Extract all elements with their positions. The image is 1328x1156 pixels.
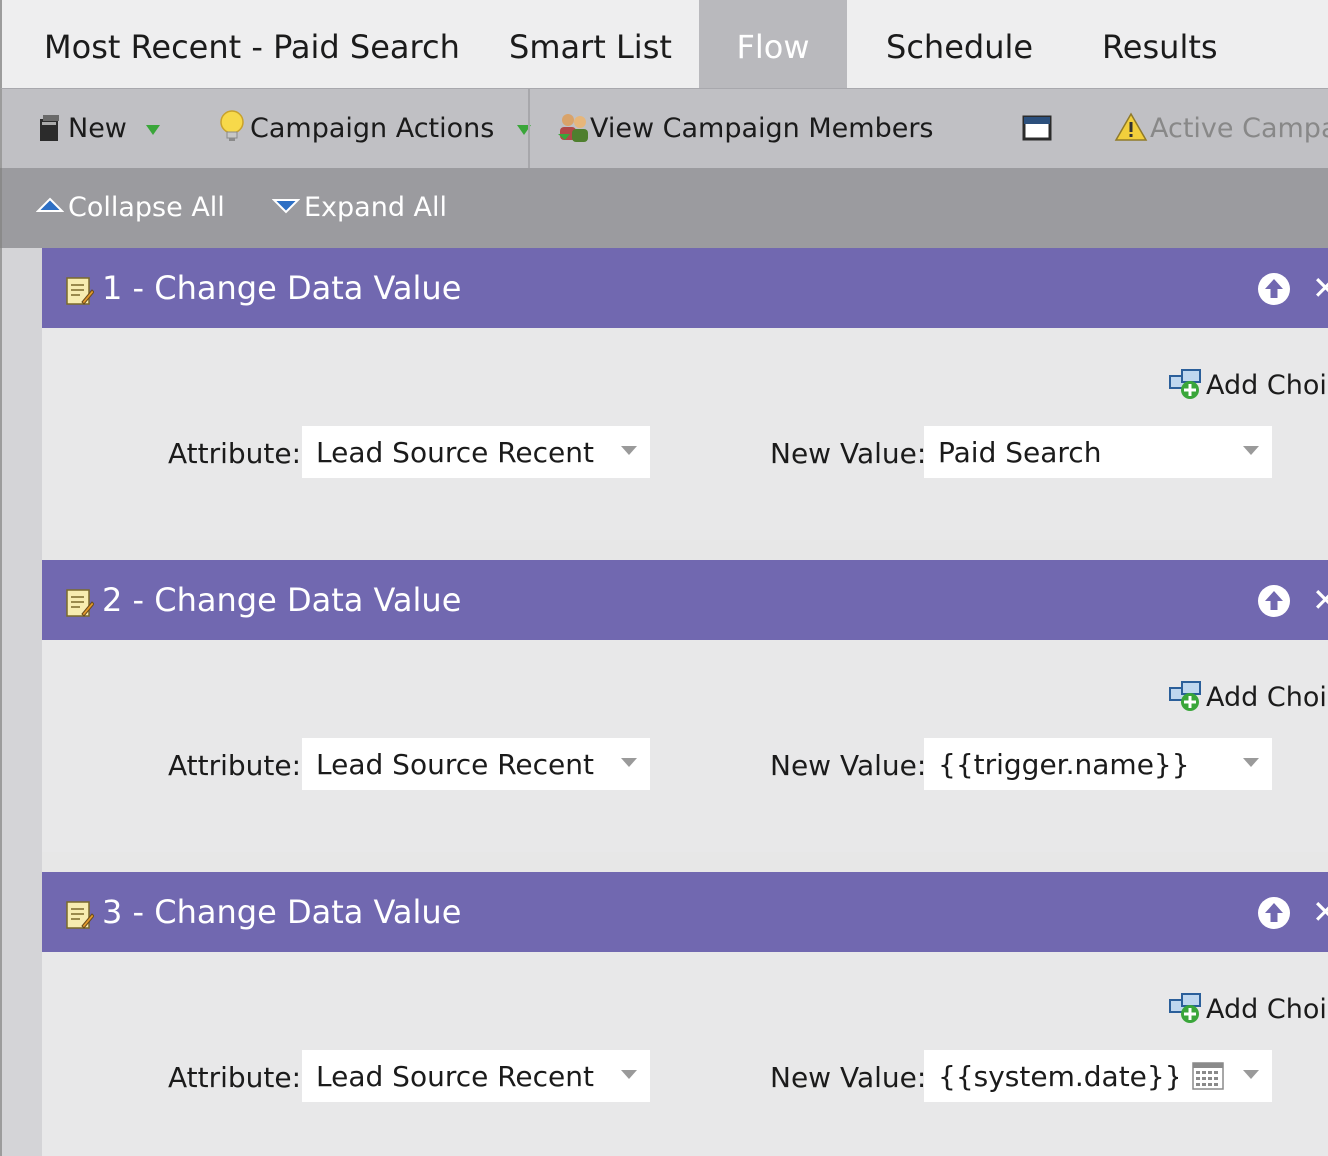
notepad-pencil-icon — [66, 901, 94, 929]
attribute-value: Lead Source Recent Da — [316, 1060, 602, 1093]
attribute-value: Lead Source Recent — [316, 436, 595, 469]
tab-flow[interactable]: Flow — [699, 0, 847, 88]
expand-all-label: Expand All — [304, 192, 448, 223]
toolbar-divider — [528, 89, 530, 169]
attribute-select[interactable]: Lead Source Recent D — [302, 738, 650, 790]
warning-icon — [1114, 112, 1148, 141]
collapse-all-label: Collapse All — [68, 192, 225, 223]
active-campaign-label: Active Campaig — [1150, 113, 1328, 144]
add-choice-button[interactable]: Add Choic — [1168, 676, 1328, 720]
add-choice-icon — [1169, 993, 1201, 1023]
arrow-up-circle-icon[interactable] — [1258, 897, 1290, 929]
add-choice-button[interactable]: Add Choic — [1168, 364, 1328, 408]
flow-step: 1 - Change Data Value ✕ Add Choic Attrib… — [42, 248, 1328, 540]
attribute-label: Attribute: — [168, 437, 302, 470]
collapse-all-button[interactable]: Collapse All — [35, 168, 225, 248]
step-title: 3 - Change Data Value — [102, 893, 462, 931]
step-title: 1 - Change Data Value — [102, 269, 462, 307]
lightbulb-icon — [220, 110, 244, 141]
tab-schedule[interactable]: Schedule — [886, 0, 1033, 88]
tab-results[interactable]: Results — [1102, 0, 1218, 88]
active-campaign-status: Active Campaig — [1114, 89, 1328, 169]
add-choice-label: Add Choic — [1206, 682, 1328, 713]
step-header[interactable]: 1 - Change Data Value ✕ — [42, 248, 1328, 328]
tab-smart-list[interactable]: Smart List — [509, 0, 672, 88]
add-choice-icon — [1169, 681, 1201, 711]
attribute-label: Attribute: — [168, 1061, 302, 1094]
triangle-down-icon — [271, 199, 301, 214]
dropdown-arrow-icon — [145, 124, 160, 135]
attribute-label: Attribute: — [168, 749, 302, 782]
arrow-up-circle-icon[interactable] — [1258, 585, 1290, 617]
new-value-text: Paid Search — [938, 436, 1102, 469]
document-stack-icon — [40, 115, 59, 141]
flow-step: 2 - Change Data Value ✕ Add Choic Attrib… — [42, 560, 1328, 852]
new-menu-button[interactable]: New — [38, 89, 160, 169]
attribute-value: Lead Source Recent D — [316, 748, 602, 781]
chevron-down-icon[interactable] — [621, 1070, 637, 1079]
add-choice-button[interactable]: Add Choic — [1168, 988, 1328, 1032]
flow-subbar: Collapse All Expand All — [0, 168, 1328, 248]
window-button[interactable] — [1022, 89, 1052, 169]
step-header[interactable]: 3 - Change Data Value ✕ — [42, 872, 1328, 952]
calendar-grid-icon[interactable] — [1192, 1062, 1224, 1090]
chevron-down-icon[interactable] — [1243, 446, 1259, 455]
add-choice-icon — [1169, 369, 1201, 399]
step-header[interactable]: 2 - Change Data Value ✕ — [42, 560, 1328, 640]
chevron-down-icon[interactable] — [1243, 758, 1259, 767]
add-choice-label: Add Choic — [1206, 994, 1328, 1025]
tab-bar: Most Recent - Paid Search Smart List Flo… — [0, 0, 1328, 88]
new-value-label: New Value: — [770, 749, 927, 782]
window-icon — [1022, 115, 1052, 141]
close-icon[interactable]: ✕ — [1312, 894, 1328, 930]
attribute-select[interactable]: Lead Source Recent Da — [302, 1050, 650, 1102]
notepad-pencil-icon — [66, 277, 94, 305]
attribute-select[interactable]: Lead Source Recent — [302, 426, 650, 478]
arrow-up-circle-icon[interactable] — [1258, 273, 1290, 305]
chevron-down-icon[interactable] — [621, 446, 637, 455]
new-value-select[interactable]: {{system.date}} — [924, 1050, 1272, 1102]
campaign-actions-label: Campaign Actions — [250, 113, 495, 144]
new-value-text: {{trigger.name}} — [938, 748, 1190, 781]
chevron-down-icon[interactable] — [1243, 1070, 1259, 1079]
new-value-select[interactable]: Paid Search — [924, 426, 1272, 478]
tab-campaign-name[interactable]: Most Recent - Paid Search — [44, 0, 460, 88]
new-value-label: New Value: — [770, 437, 927, 470]
new-label: New — [68, 113, 127, 144]
view-campaign-members-label: View Campaign Members — [590, 113, 934, 144]
new-value-select[interactable]: {{trigger.name}} — [924, 738, 1272, 790]
notepad-pencil-icon — [66, 589, 94, 617]
new-value-label: New Value: — [770, 1061, 927, 1094]
triangle-up-icon — [35, 197, 65, 212]
view-campaign-members-button[interactable]: View Campaign Members — [556, 89, 934, 169]
close-icon[interactable]: ✕ — [1312, 582, 1328, 618]
campaign-actions-button[interactable]: Campaign Actions — [218, 89, 531, 169]
chevron-down-icon[interactable] — [621, 758, 637, 767]
new-value-text: {{system.date}} — [938, 1060, 1178, 1093]
add-choice-label: Add Choic — [1206, 370, 1328, 401]
close-icon[interactable]: ✕ — [1312, 270, 1328, 306]
expand-all-button[interactable]: Expand All — [271, 168, 448, 248]
step-title: 2 - Change Data Value — [102, 581, 462, 619]
left-rail — [0, 248, 42, 1156]
flow-step: 3 - Change Data Value ✕ Add Choic Attrib… — [42, 872, 1328, 1156]
people-icon — [558, 114, 588, 142]
toolbar: New Campaign Actions View Campaign Membe… — [0, 88, 1328, 169]
